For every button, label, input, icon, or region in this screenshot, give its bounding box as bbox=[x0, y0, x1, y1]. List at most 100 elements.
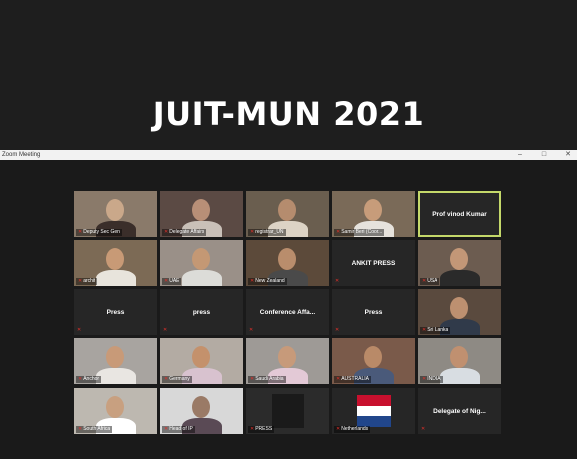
participant-caption: ✕ Saudi Arabia bbox=[248, 376, 286, 383]
muted-mic-icon: ✕ bbox=[336, 376, 341, 382]
participant-label: Sri Lanka bbox=[427, 327, 449, 333]
participant-label: Saudi Arabia bbox=[255, 376, 284, 382]
participant-tile[interactable]: ✕ USA bbox=[418, 240, 501, 286]
participant-caption: ✕ INDIA bbox=[420, 376, 443, 383]
participant-video-body bbox=[440, 270, 480, 286]
participant-caption: ✕ Netherlands bbox=[334, 426, 371, 433]
participant-tile[interactable]: ✕ Delegate Affairs bbox=[160, 191, 243, 237]
participant-label: UAE bbox=[169, 278, 180, 284]
muted-mic-icon: ✕ bbox=[250, 229, 255, 235]
participant-name: Prof vinod Kumar bbox=[432, 210, 487, 218]
participant-caption: ✕ Germany bbox=[162, 376, 192, 383]
participant-tile[interactable]: Press ✕ bbox=[74, 289, 157, 335]
participant-tile[interactable]: ✕ INDIA bbox=[418, 338, 501, 384]
event-title: JUIT-MUN 2021 bbox=[152, 95, 425, 133]
participant-tile[interactable]: ✕ Sri Lanka bbox=[418, 289, 501, 335]
muted-mic-icon: ✕ bbox=[78, 278, 83, 284]
participant-tile[interactable]: ✕ PRESS bbox=[246, 388, 329, 434]
participant-caption: ✕ archit bbox=[76, 278, 98, 285]
muted-mic-icon: ✕ bbox=[335, 327, 340, 333]
participant-label: archit bbox=[83, 278, 96, 284]
participant-tile[interactable]: ✕ UAE bbox=[160, 240, 243, 286]
muted-mic-icon: ✕ bbox=[77, 327, 82, 333]
participant-caption: ✕ USA bbox=[420, 278, 440, 285]
participant-video-body bbox=[96, 270, 136, 286]
participant-label: Netherlands bbox=[341, 426, 369, 432]
netherlands-flag-icon bbox=[357, 395, 391, 427]
participant-video-head bbox=[450, 248, 468, 270]
participant-label: Germany bbox=[169, 376, 190, 382]
participant-video-head bbox=[106, 248, 124, 270]
participant-caption: ✕ PRESS bbox=[248, 426, 275, 433]
participant-tile[interactable]: Prof vinod Kumar bbox=[418, 191, 501, 237]
muted-mic-icon: ✕ bbox=[335, 278, 340, 284]
participant-name: ANKIT PRESS bbox=[351, 259, 396, 267]
muted-mic-icon: ✕ bbox=[164, 426, 169, 432]
participant-label: Anchor bbox=[83, 376, 100, 382]
window-controls: – □ ✕ bbox=[513, 150, 575, 160]
participant-name: press bbox=[192, 308, 211, 316]
participant-caption: ✕ Delegate Affairs bbox=[162, 229, 207, 236]
participant-video-head bbox=[192, 346, 210, 368]
participant-tile[interactable]: ✕ Anchor bbox=[74, 338, 157, 384]
participant-video-head bbox=[278, 199, 296, 221]
participant-tile[interactable]: press ✕ bbox=[160, 289, 243, 335]
participant-video-head bbox=[106, 346, 124, 368]
press-logo bbox=[272, 394, 304, 428]
muted-mic-icon: ✕ bbox=[421, 426, 426, 432]
participant-tile[interactable]: ✕ South Africa bbox=[74, 388, 157, 434]
participant-video-head bbox=[364, 199, 382, 221]
minimize-button[interactable]: – bbox=[513, 150, 527, 160]
participant-label: Delegate Affairs bbox=[169, 229, 205, 235]
participant-video-head bbox=[364, 346, 382, 368]
presentation-banner: JUIT-MUN 2021 bbox=[0, 0, 577, 150]
participant-video-head bbox=[450, 346, 468, 368]
participant-tile[interactable]: ✕ Netherlands bbox=[332, 388, 415, 434]
participant-caption: ✕ Deputy Sec Gen bbox=[76, 229, 122, 236]
participant-video-head bbox=[192, 199, 210, 221]
gallery-view: ✕ Deputy Sec Gen ✕ Delegate Affairs ✕ registr… bbox=[0, 160, 577, 459]
participant-tile[interactable]: ✕ New Zealand bbox=[246, 240, 329, 286]
participant-tile[interactable]: Delegate of Nig... ✕ bbox=[418, 388, 501, 434]
participant-tile[interactable]: ✕ Samir Beri (Coor... bbox=[332, 191, 415, 237]
participant-video-body bbox=[440, 368, 480, 384]
participant-name: Delegate of Nig... bbox=[433, 407, 486, 415]
participant-caption: ✕ Sri Lanka bbox=[420, 327, 451, 334]
window-title: Zoom Meeting bbox=[2, 152, 41, 158]
close-button[interactable]: ✕ bbox=[561, 150, 575, 160]
muted-mic-icon: ✕ bbox=[164, 229, 169, 235]
maximize-button[interactable]: □ bbox=[537, 150, 551, 160]
participant-label: Head of IP bbox=[169, 426, 193, 432]
participant-video-head bbox=[106, 199, 124, 221]
participant-tile[interactable]: ✕ registrar_UN bbox=[246, 191, 329, 237]
participant-caption: ✕ AUSTRALIA bbox=[334, 376, 371, 383]
participant-video-head bbox=[278, 346, 296, 368]
participant-label: South Africa bbox=[83, 426, 111, 432]
participant-caption: ✕ UAE bbox=[162, 278, 182, 285]
participant-tile[interactable]: Conference Affa... ✕ bbox=[246, 289, 329, 335]
participant-tile[interactable]: ✕ AUSTRALIA bbox=[332, 338, 415, 384]
participant-tile[interactable]: ✕ Saudi Arabia bbox=[246, 338, 329, 384]
participant-tile[interactable]: ✕ Deputy Sec Gen bbox=[74, 191, 157, 237]
participant-tile[interactable]: Press ✕ bbox=[332, 289, 415, 335]
participant-tile[interactable]: ✕ archit bbox=[74, 240, 157, 286]
participant-caption: ✕ registrar_UN bbox=[248, 229, 286, 236]
participant-caption: ✕ New Zealand bbox=[248, 278, 287, 285]
participant-tile[interactable]: ✕ Germany bbox=[160, 338, 243, 384]
participant-label: Samir Beri (Coor... bbox=[341, 229, 383, 235]
muted-mic-icon: ✕ bbox=[163, 327, 168, 333]
participant-label: Deputy Sec Gen bbox=[83, 229, 120, 235]
participant-caption: ✕ Samir Beri (Coor... bbox=[334, 229, 385, 236]
muted-mic-icon: ✕ bbox=[164, 278, 169, 284]
muted-mic-icon: ✕ bbox=[78, 426, 83, 432]
participant-caption: ✕ South Africa bbox=[76, 426, 113, 433]
participant-tile[interactable]: ANKIT PRESS ✕ bbox=[332, 240, 415, 286]
window-titlebar[interactable]: Zoom Meeting – □ ✕ bbox=[0, 150, 577, 160]
participant-caption: ✕ Head of IP bbox=[162, 426, 195, 433]
participant-video-head bbox=[192, 396, 210, 418]
participant-video-head bbox=[450, 297, 468, 319]
participant-label: INDIA bbox=[427, 376, 441, 382]
participant-video-body bbox=[182, 270, 222, 286]
participant-label: AUSTRALIA bbox=[341, 376, 369, 382]
participant-tile[interactable]: ✕ Head of IP bbox=[160, 388, 243, 434]
